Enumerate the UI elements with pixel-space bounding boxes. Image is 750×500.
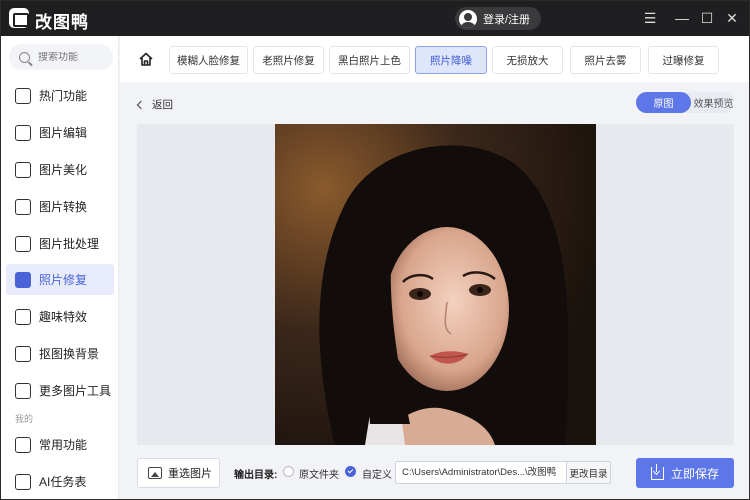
sidebar-item-label: 图片转换	[39, 200, 88, 214]
login-button[interactable]: 登录/注册	[455, 7, 541, 30]
search-input[interactable]	[38, 51, 108, 63]
magic-icon	[15, 308, 31, 325]
chevron-left-icon	[136, 100, 146, 109]
back-button[interactable]: 返回	[136, 97, 173, 112]
sidebar-item-photo-repair[interactable]: 照片修复	[6, 264, 114, 295]
sidebar-item-label: 更多图片工具	[39, 384, 112, 398]
tool-tabs-bar: 模糊人脸修复 老照片修复 黑白照片上色 照片降噪 无损放大 照片去雾 过曝修复	[120, 36, 749, 82]
toggle-preview[interactable]: 效果预览	[693, 92, 734, 113]
tab-colorize[interactable]: 黑白照片上色	[329, 46, 410, 74]
sidebar-item-label: 图片美化	[39, 163, 88, 177]
app-window: 改图鸭 登录/注册 ☰ — ☐ ✕ 热门功能 图片编辑 图片美化 图片转换	[0, 0, 750, 500]
sidebar-item-label: 图片批处理	[39, 237, 100, 251]
change-dir-button[interactable]: 更改目录	[566, 462, 610, 483]
output-dir-label: 输出目录:	[234, 470, 278, 481]
sidebar-item-image-convert[interactable]: 图片转换	[6, 191, 114, 222]
image-edit-icon	[15, 124, 31, 141]
section-label-my: 我的	[15, 414, 34, 424]
save-label: 立即保存	[670, 466, 719, 481]
sidebar-item-common[interactable]: 常用功能	[6, 429, 114, 460]
image-convert-icon	[15, 198, 31, 215]
title-bar: 改图鸭 登录/注册 ☰ — ☐ ✕	[1, 1, 749, 36]
sidebar-item-more-tools[interactable]: 更多图片工具	[6, 375, 114, 406]
sidebar-item-label: 照片修复	[39, 273, 88, 287]
toolbox-icon	[15, 382, 31, 399]
maximize-icon[interactable]: ☐	[698, 9, 716, 27]
view-toggle[interactable]: 原图 效果预览	[636, 92, 734, 113]
fire-icon	[15, 87, 31, 104]
batch-icon	[15, 235, 31, 252]
reselect-image-button[interactable]: 重选图片	[137, 458, 220, 488]
minimize-icon[interactable]: —	[673, 9, 691, 27]
radio-original-folder-label: 原文件夹	[299, 470, 339, 481]
tab-overexposure[interactable]: 过曝修复	[648, 46, 719, 74]
sidebar-item-label: 热门功能	[39, 89, 88, 103]
sidebar-item-ai-tasks[interactable]: AI任务表	[6, 466, 114, 497]
sidebar-item-image-beautify[interactable]: 图片美化	[6, 154, 114, 185]
sidebar-item-hot[interactable]: 热门功能	[6, 80, 114, 111]
reselect-label: 重选图片	[168, 468, 212, 480]
image-beautify-icon	[15, 161, 31, 178]
sidebar: 热门功能 图片编辑 图片美化 图片转换 图片批处理 照片修复 趣味特效 抠图换	[1, 36, 119, 499]
photo-preview	[275, 124, 596, 445]
photo-repair-icon	[15, 271, 31, 288]
save-button[interactable]: 立即保存	[636, 458, 734, 488]
sidebar-item-cutout[interactable]: 抠图换背景	[6, 338, 114, 369]
sidebar-item-image-edit[interactable]: 图片编辑	[6, 117, 114, 148]
download-icon	[650, 463, 664, 480]
preview-area	[137, 124, 734, 445]
cutout-icon	[15, 345, 31, 362]
app-title: 改图鸭	[35, 13, 89, 32]
login-label: 登录/注册	[483, 13, 531, 26]
close-icon[interactable]: ✕	[723, 9, 741, 27]
tab-face-restore[interactable]: 模糊人脸修复	[169, 46, 248, 74]
radio-custom-label: 自定义	[362, 470, 392, 481]
toggle-original[interactable]: 原图	[636, 92, 691, 113]
sidebar-item-label: 图片编辑	[39, 126, 88, 140]
home-icon[interactable]	[138, 51, 154, 67]
tab-dehaze[interactable]: 照片去雾	[570, 46, 641, 74]
back-label: 返回	[152, 99, 173, 111]
tab-denoise[interactable]: 照片降噪	[415, 46, 487, 74]
app-logo-icon	[9, 8, 29, 28]
sidebar-item-batch[interactable]: 图片批处理	[6, 228, 114, 259]
search-box[interactable]	[9, 44, 113, 70]
tab-upscale[interactable]: 无损放大	[492, 46, 563, 74]
radio-custom[interactable]	[345, 466, 356, 477]
sidebar-item-label: 常用功能	[39, 438, 88, 452]
search-icon	[19, 51, 30, 63]
task-list-icon	[15, 473, 31, 490]
tab-old-photo[interactable]: 老照片修复	[253, 46, 324, 74]
sidebar-item-label: AI任务表	[39, 475, 87, 489]
sidebar-item-label: 抠图换背景	[39, 347, 100, 361]
sidebar-item-effects[interactable]: 趣味特效	[6, 301, 114, 332]
grid-icon	[15, 436, 31, 453]
menu-icon[interactable]: ☰	[641, 9, 659, 27]
radio-original-folder[interactable]	[283, 466, 294, 477]
avatar	[459, 9, 477, 28]
sidebar-item-label: 趣味特效	[39, 310, 88, 324]
image-icon	[148, 467, 162, 479]
